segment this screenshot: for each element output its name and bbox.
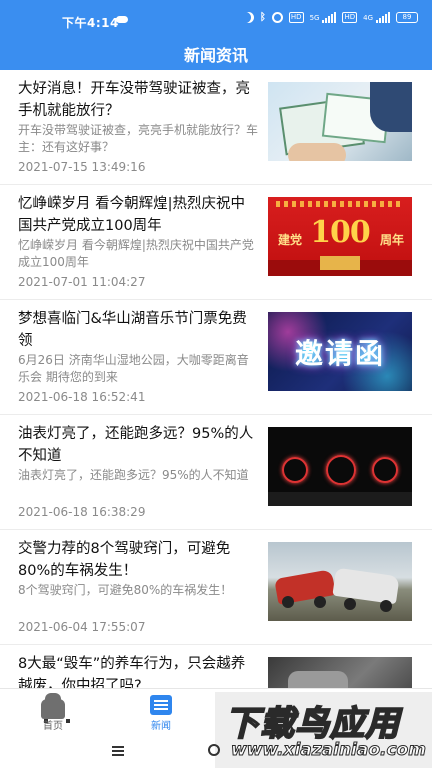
gauge-shape	[282, 457, 308, 483]
cloud-icon	[116, 16, 128, 23]
news-thumbnail-dashboard	[268, 427, 412, 506]
news-summary: 8个驾驶窍门，可避免80%的车祸发生！	[18, 583, 233, 597]
network-4g-label: 4G	[363, 13, 373, 22]
dashboard-shape	[268, 492, 412, 506]
tab-news-label: 新闻	[151, 721, 171, 732]
news-title: 大好消息！开车没带驾驶证被查，亮手机就能放行？	[18, 81, 250, 119]
news-date: 2021-06-18 16:38:29	[18, 505, 146, 519]
tab-home[interactable]: 首页	[13, 689, 93, 737]
wheel-shape	[314, 596, 326, 608]
white-car-shape	[332, 567, 400, 605]
decorative-stars	[276, 201, 404, 207]
news-summary: 6月26日 济南华山湿地公园，大咖零距离音乐会 期待您的到来	[18, 353, 249, 384]
status-bar: 下午4:14 ᛒ HD 5G HD 4G 89	[0, 0, 432, 36]
news-thumbnail-crash	[268, 542, 412, 621]
page-title: 新闻资讯	[183, 46, 248, 65]
status-time: 下午4:14	[62, 16, 119, 30]
menu-icon[interactable]	[112, 746, 124, 748]
news-date: 2021-07-01 11:04:27	[18, 275, 146, 289]
tab-home-label: 首页	[43, 721, 63, 732]
alarm-icon	[271, 12, 283, 23]
thumb-invitation-text: 邀请函	[294, 337, 385, 370]
watermark-text: 下载鸟应用	[224, 703, 400, 745]
news-date: 2021-07-15 13:49:16	[18, 160, 146, 174]
news-item[interactable]: 油表灯亮了，还能跑多远？95%的人不知道 油表灯亮了，还能跑多远？95%的人不知…	[0, 415, 432, 530]
news-list[interactable]: 大好消息！开车没带驾驶证被查，亮手机就能放行？ 开车没带驾驶证被查，亮亮手机就能…	[0, 70, 432, 688]
news-date: 2021-06-04 17:55:07	[18, 620, 146, 634]
news-title: 忆峥嵘岁月 看今朝辉煌|热烈庆祝中国共产党成立100周年	[18, 196, 245, 234]
bluetooth-icon: ᛒ	[259, 12, 266, 23]
news-thumbnail-invitation: 邀请函	[268, 312, 412, 391]
news-thumbnail-party-100: 建党 100 周年	[268, 197, 412, 276]
news-item[interactable]: 梦想喜临门&华山湖音乐节门票免费领 6月26日 济南华山湿地公园，大咖零距离音乐…	[0, 300, 432, 415]
app-header: 下午4:14 ᛒ HD 5G HD 4G 89 新闻资讯	[0, 0, 432, 70]
network-5g-label: 5G	[309, 13, 320, 22]
news-summary: 开车没带驾驶证被查，亮亮手机就能放行？车主：还有这好事？	[18, 123, 259, 154]
status-icons: ᛒ HD 5G HD 4G 89	[243, 12, 418, 23]
hd-badge: HD	[288, 12, 304, 23]
signal-5g-icon	[322, 12, 337, 23]
wheel-shape	[380, 600, 392, 612]
thumb-text-right: 周年	[379, 233, 404, 247]
news-title: 8大最“毁车”的养车行为，只会越养越废，你中招了吗?	[18, 656, 246, 688]
news-thumbnail-engine	[268, 657, 412, 688]
car-icon	[41, 693, 70, 723]
signal-4g-icon	[376, 12, 390, 23]
news-title: 油表灯亮了，还能跑多远？95%的人不知道	[18, 426, 254, 464]
news-item[interactable]: 8大最“毁车”的养车行为，只会越养越废，你中招了吗?	[0, 645, 432, 688]
watermark-url: www.xiazainiao.com	[231, 740, 427, 761]
news-item[interactable]: 忆峥嵘岁月 看今朝辉煌|热烈庆祝中国共产党成立100周年 忆峥嵘岁月 看今朝辉煌…	[0, 185, 432, 300]
tab-news[interactable]: 新闻	[121, 689, 201, 737]
news-thumbnail-license	[268, 82, 412, 161]
wheel-shape	[282, 596, 294, 608]
hand-shape	[288, 143, 346, 161]
news-item[interactable]: 大好消息！开车没带驾驶证被查，亮手机就能放行？ 开车没带驾驶证被查，亮亮手机就能…	[0, 70, 432, 185]
news-title: 梦想喜临门&华山湖音乐节门票免费领	[18, 311, 247, 349]
gauge-shape	[326, 455, 356, 485]
tiananmen-shape	[320, 256, 360, 270]
gauge-shape	[372, 457, 398, 483]
wheel-shape	[344, 598, 356, 610]
news-date: 2021-06-18 16:52:41	[18, 390, 146, 404]
news-summary: 油表灯亮了，还能跑多远？95%的人不知道	[18, 468, 249, 482]
news-summary: 忆峥嵘岁月 看今朝辉煌|热烈庆祝中国共产党成立100周年	[18, 238, 254, 269]
hd-badge-2: HD	[342, 12, 358, 23]
watermark: 下载鸟应用 www.xiazainiao.com	[215, 692, 432, 768]
officer-arm-shape	[370, 82, 412, 132]
engine-part-shape	[288, 671, 348, 688]
battery-icon: 89	[396, 12, 418, 23]
news-item[interactable]: 交警力荐的8个驾驶窍门，可避免80%的车祸发生！ 8个驾驶窍门，可避免80%的车…	[0, 530, 432, 645]
news-icon	[150, 695, 172, 715]
news-title: 交警力荐的8个驾驶窍门，可避免80%的车祸发生！	[18, 541, 231, 579]
dnd-moon-icon	[243, 12, 254, 23]
